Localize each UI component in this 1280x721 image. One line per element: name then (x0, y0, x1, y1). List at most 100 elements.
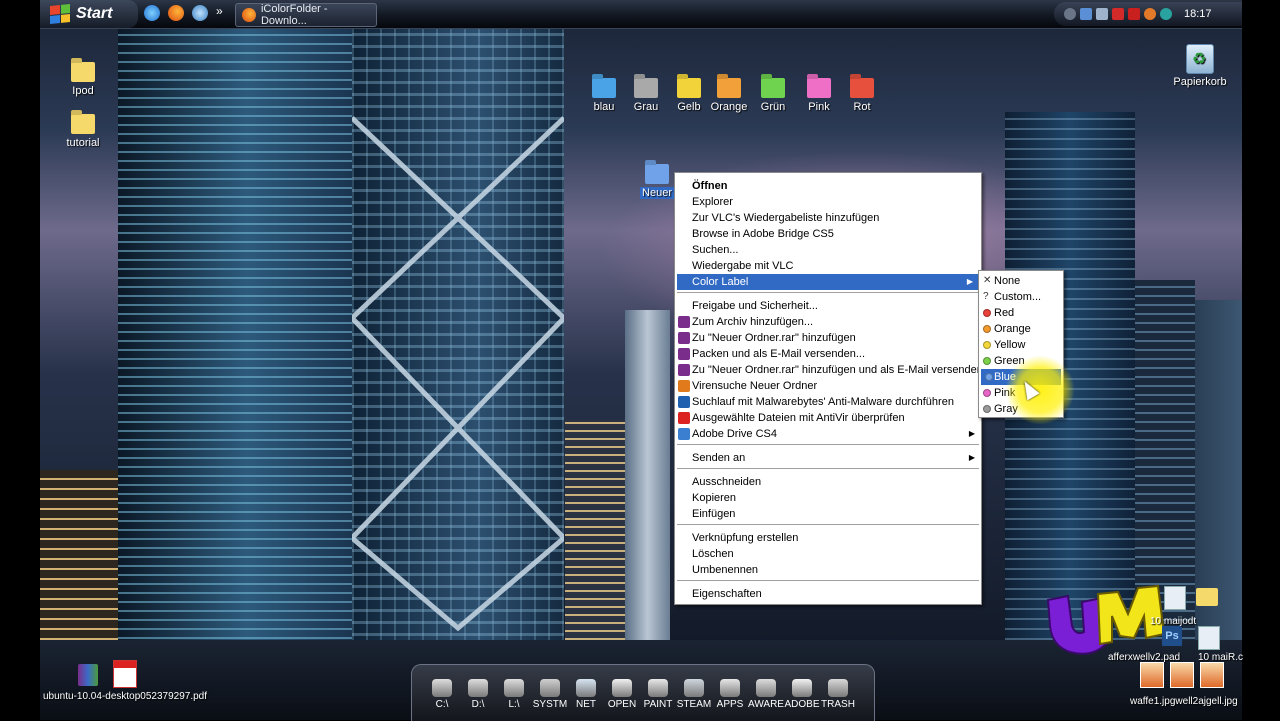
dock-item-label: ADOBE (784, 699, 820, 710)
menu-item-kopieren[interactable]: Kopieren (675, 490, 981, 506)
firefox-icon[interactable] (168, 5, 184, 21)
globe-icon[interactable] (192, 5, 208, 21)
desktop-icon-label: Papierkorb (1173, 76, 1227, 88)
menu-item-umbenennen[interactable]: Umbenennen (675, 562, 981, 578)
question-icon: ? (983, 291, 989, 302)
dock-item-label: OPEN (607, 699, 637, 710)
menu-separator (677, 580, 979, 581)
desktop-icon-grau[interactable]: Grau (622, 78, 670, 113)
menu-item-explorer[interactable]: Explorer (675, 194, 981, 210)
menu-item-eigenschaften[interactable]: Eigenschaften (675, 586, 981, 602)
color-dot-icon (983, 389, 991, 397)
building-bracing (350, 28, 566, 720)
menu-item-rar-add[interactable]: Zu "Neuer Ordner.rar" hinzufügen (675, 330, 981, 346)
folder-icon (850, 78, 874, 98)
menu-item-adobe-bridge[interactable]: Browse in Adobe Bridge CS5 (675, 226, 981, 242)
desktop-icon-pdf[interactable]: ubuntu-10.04-desktop052379297.pdf (40, 660, 210, 702)
image-icon[interactable] (1170, 662, 1194, 688)
menu-item-antivir[interactable]: Ausgewählte Dateien mit AntiVir überprüf… (675, 410, 981, 426)
menu-item-vlc-play[interactable]: Wiedergabe mit VLC (675, 258, 981, 274)
menu-item-label: Eigenschaften (692, 588, 762, 600)
network-icon[interactable] (1080, 8, 1092, 20)
desktop-icon-pink[interactable]: Pink (795, 78, 843, 113)
desktop-icon-rot[interactable]: Rot (838, 78, 886, 113)
winrar-icon[interactable] (78, 664, 98, 686)
recycle-bin-icon (1186, 44, 1214, 74)
monitor-icon[interactable] (1096, 8, 1108, 20)
menu-item-icon (678, 332, 690, 344)
start-button[interactable]: Start (40, 0, 138, 28)
desktop-icon-blau[interactable]: blau (580, 78, 628, 113)
sync-icon[interactable] (1160, 8, 1172, 20)
image-icon[interactable] (1200, 662, 1224, 688)
desktop-icon-ipod[interactable]: Ipod (63, 62, 103, 97)
menu-item-rar-add-email[interactable]: Zu "Neuer Ordner.rar" hinzufügen und als… (675, 362, 983, 378)
firefox-icon[interactable] (1144, 8, 1156, 20)
document-icon[interactable] (1198, 626, 1220, 650)
menu-item-color-label[interactable]: Color Label ▶ (677, 274, 979, 290)
ati-icon[interactable] (1112, 8, 1124, 20)
dock-item-paint[interactable]: PAINT (640, 679, 676, 710)
dock-item-label: SYSTM (532, 699, 568, 710)
desktop-icon-label: tutorial (66, 137, 100, 149)
dock-item-d[interactable]: D:\ (460, 679, 496, 710)
photoshop-icon[interactable]: Ps (1162, 626, 1182, 646)
menu-item-icon (678, 428, 690, 440)
menu-item-label: Browse in Adobe Bridge CS5 (692, 228, 834, 240)
menu-item-virensuche[interactable]: Virensuche Neuer Ordner (675, 378, 981, 394)
color-label-none[interactable]: ✕ None (979, 273, 1063, 289)
color-label-text: Orange (994, 323, 1031, 335)
dock-item-net[interactable]: NET (568, 679, 604, 710)
desktop-icon-neuer-ordner[interactable]: Neuer (640, 164, 674, 199)
color-label-yellow[interactable]: Yellow (979, 337, 1063, 353)
menu-item-icon (678, 396, 690, 408)
menu-item-suchen[interactable]: Suchen... (675, 242, 981, 258)
desktop-icon-tutorial[interactable]: tutorial (60, 114, 106, 149)
desktop-icon-orange[interactable]: Orange (705, 78, 753, 113)
color-label-red[interactable]: Red (979, 305, 1063, 321)
menu-item-freigabe[interactable]: Freigabe und Sicherheit... (675, 298, 981, 314)
desktop-icon-label: ubuntu-10.04-desktop052379297.pdf (42, 691, 208, 702)
dock-item-systm[interactable]: SYSTM (532, 679, 568, 710)
dock-item-steam[interactable]: STEAM (676, 679, 712, 710)
dock-item-c[interactable]: C:\ (424, 679, 460, 710)
desktop-icon-gruen[interactable]: Grün (749, 78, 797, 113)
color-dot-icon (983, 309, 991, 317)
menu-item-verknuepfung[interactable]: Verknüpfung erstellen (675, 530, 981, 546)
menu-item-loeschen[interactable]: Löschen (675, 546, 981, 562)
taskbar-window-button[interactable]: iColorFolder - Downlo... (235, 3, 377, 27)
menu-item-rar-email[interactable]: Packen und als E-Mail versenden... (675, 346, 981, 362)
menu-item-label: Wiedergabe mit VLC (692, 260, 794, 272)
color-dot-icon (983, 325, 991, 333)
folder-icon[interactable] (1196, 588, 1218, 606)
menu-item-senden-an[interactable]: Senden an ▶ (675, 450, 981, 466)
menu-item-zum-archiv[interactable]: Zum Archiv hinzufügen... (675, 314, 981, 330)
submenu-arrow-icon: ▶ (968, 453, 975, 462)
menu-item-malwarebytes[interactable]: Suchlauf mit Malwarebytes' Anti-Malware … (675, 394, 981, 410)
menu-item-adobe-drive[interactable]: Adobe Drive CS4 ▶ (675, 426, 981, 442)
color-label-custom[interactable]: ? Custom... (979, 289, 1063, 305)
color-label-orange[interactable]: Orange (979, 321, 1063, 337)
dock-item-adobe[interactable]: ADOBE (784, 679, 820, 710)
quicklaunch-more-button[interactable]: » (216, 5, 223, 21)
menu-separator (677, 524, 979, 525)
submenu-arrow-icon: ▶ (968, 429, 975, 438)
adobe-icon[interactable] (1128, 8, 1140, 20)
menu-item-oeffnen[interactable]: Öffnen (675, 178, 981, 194)
menu-item-vlc-playlist[interactable]: Zur VLC's Wiedergabeliste hinzufügen (675, 210, 981, 226)
menu-item-label: Zu "Neuer Ordner.rar" hinzufügen (692, 332, 856, 344)
dock-item-icon (648, 679, 668, 697)
desktop-icon-recycle-bin[interactable]: Papierkorb (1170, 44, 1230, 88)
dock-item-aware[interactable]: AWARE (748, 679, 784, 710)
dock-item-open[interactable]: OPEN (604, 679, 640, 710)
document-icon[interactable] (1164, 586, 1186, 610)
ie-icon[interactable] (144, 5, 160, 21)
dock-item-trash[interactable]: TRASH (820, 679, 856, 710)
dock-item-apps[interactable]: APPS (712, 679, 748, 710)
menu-item-label: Ausgewählte Dateien mit AntiVir überprüf… (692, 412, 905, 424)
menu-item-ausschneiden[interactable]: Ausschneiden (675, 474, 981, 490)
chevron-left-icon[interactable] (1064, 8, 1076, 20)
dock-item-l[interactable]: L:\ (496, 679, 532, 710)
image-icon[interactable] (1140, 662, 1164, 688)
menu-item-einfuegen[interactable]: Einfügen (675, 506, 981, 522)
